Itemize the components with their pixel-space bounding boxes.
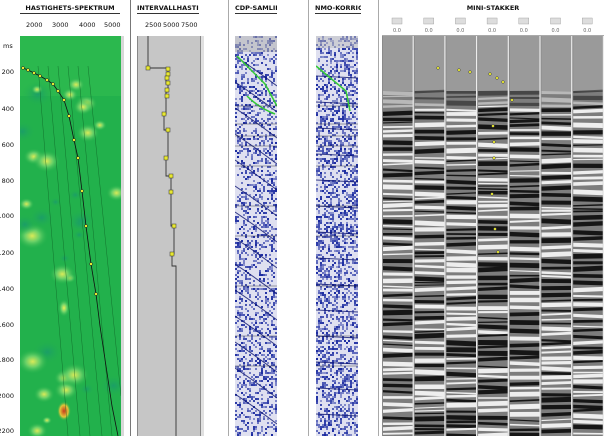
stack-pick [493,227,497,231]
iv-xtick: 2500 [145,21,162,29]
stack-pick [457,68,461,72]
svg-text:0.0: 0.0 [425,28,433,34]
velocity-pick [32,71,36,75]
svg-text:0.0: 0.0 [393,28,401,34]
time-tick: 400 [1,105,14,113]
stack-pick [488,72,492,76]
velocity-pick [84,224,88,228]
interval-velocity-title: INTERVALLHASTIGHET [137,4,199,14]
velocity-spectrum-plot[interactable] [20,36,121,436]
stack-pick [436,66,440,70]
velocity-pick [62,98,66,102]
iv-scrollbar[interactable] [201,36,204,436]
stack-pick [492,140,496,144]
cdp-gather-plot[interactable] [235,36,277,436]
time-tick: 600 [1,141,14,149]
vs-xtick: 2000 [26,21,43,29]
velocity-pick [45,78,49,82]
mini-stacks-plot[interactable] [382,36,604,436]
velocity-spectrum-title: HASTIGHETS-SPEKTRUM [20,3,120,14]
vs-xtick: 3000 [52,21,69,29]
time-tick: 1000 [0,212,14,220]
panel-divider[interactable] [308,0,309,436]
time-tick: 200 [1,68,14,76]
velocity-pick [67,114,71,118]
svg-text:0.0: 0.0 [520,28,528,34]
velocity-pick [80,189,84,193]
time-tick: 800 [1,177,14,185]
interval-velocity-plot[interactable] [137,36,201,436]
stack-pick [492,156,496,160]
panel-divider[interactable] [228,0,229,436]
time-tick: 2200 [0,427,14,435]
panel-divider[interactable] [378,0,379,436]
mini-stacks-header: 0.0 0.0 0.0 0.0 0.0 0.0 0.0 [382,13,604,36]
time-tick: 1400 [0,285,14,293]
time-tick: 1200 [0,249,14,257]
cdp-gather-title: CDP-SAMLING [235,4,277,14]
stack-pick [495,76,499,80]
velocity-pick [26,68,30,72]
iv-xtick: 7500 [181,21,198,29]
velocity-pick [38,74,42,78]
velocity-pick [56,89,60,93]
svg-text:0.0: 0.0 [456,28,464,34]
stack-pick [496,250,500,254]
nmo-corrected-title: NMO-KORRIGERT [315,3,361,14]
velocity-pick [21,66,25,70]
stack-pick [490,192,494,196]
time-tick: 2000 [0,392,14,400]
time-tick: 1800 [0,356,14,364]
stack-pick [510,98,514,102]
velocity-pick [89,262,93,266]
stack-pick [491,124,495,128]
velocity-pick [94,292,98,296]
nmo-corrected-plot[interactable] [316,36,358,436]
velocity-pick [76,156,80,160]
svg-text:0.0: 0.0 [488,28,496,34]
svg-text:0.0: 0.0 [552,28,560,34]
velocity-pick [51,82,55,86]
vs-scrollbar[interactable] [121,36,124,436]
panel-divider[interactable] [130,0,131,436]
vs-xtick: 4000 [79,21,96,29]
time-tick: 1600 [0,321,14,329]
iv-xtick: 5000 [163,21,180,29]
stack-pick [468,70,472,74]
time-axis-unit: ms [3,42,13,50]
stack-pick [501,80,505,84]
vs-xtick: 5000 [104,21,121,29]
velocity-pick [72,138,76,142]
svg-text:0.0: 0.0 [583,28,591,34]
